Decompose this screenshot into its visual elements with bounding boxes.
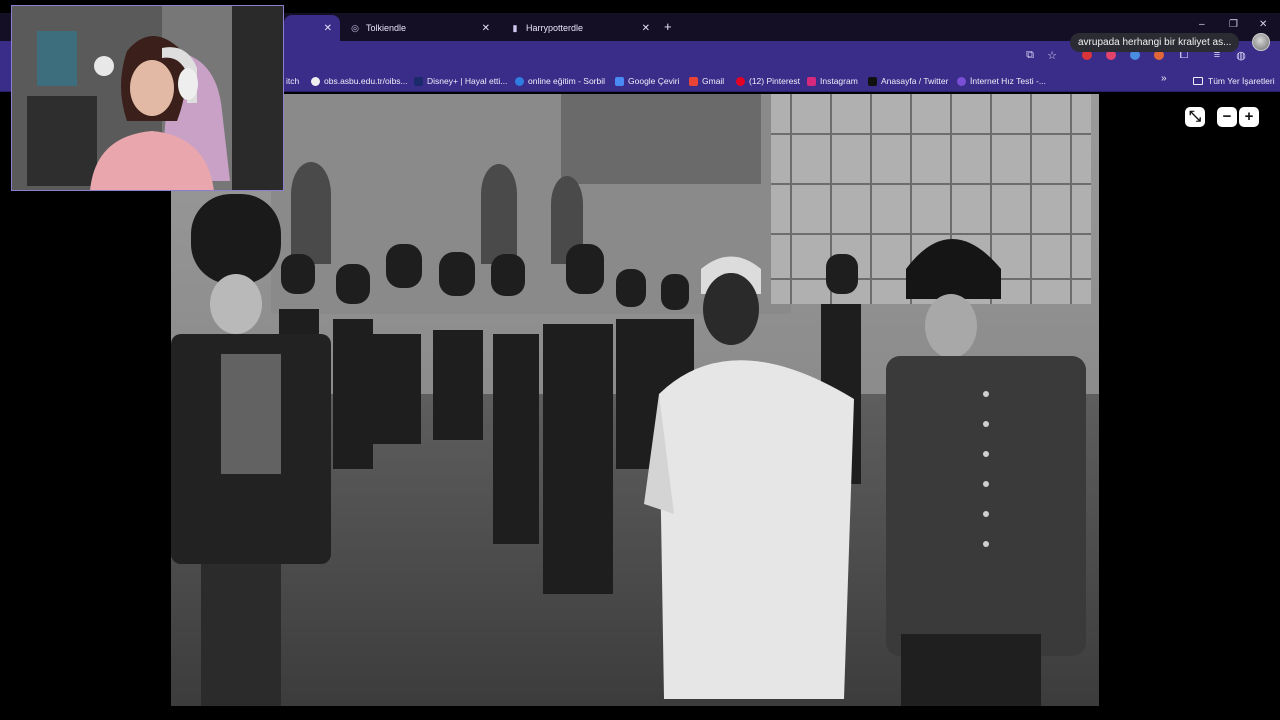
bookmark-label: online eğitim - Sorbil [528, 76, 606, 86]
bookmark-item[interactable]: Google Çeviri [615, 74, 680, 88]
bookmark-item[interactable]: online eğitim - Sorbil [515, 74, 605, 88]
bookmark-label: (12) Pinterest [749, 76, 801, 86]
zoom-in-button[interactable]: + [1239, 107, 1259, 127]
new-tab-button[interactable]: + [664, 19, 672, 34]
speedtest-icon [957, 76, 966, 86]
profile-icon[interactable]: ◍ [1235, 49, 1247, 62]
bookmark-label: obs.asbu.edu.tr/oibs... [324, 76, 408, 86]
bookmark-label: Gmail [702, 76, 725, 86]
more-bookmarks-button[interactable]: » [1161, 73, 1167, 84]
photo [171, 94, 1099, 706]
bookmark-item[interactable]: (12) Pinterest [736, 74, 800, 88]
bookmark-label: İnternet Hız Testi -... [970, 76, 1046, 86]
bookmark-label: Disney+ | Hayal etti... [427, 76, 508, 86]
bookmark-label: Anasayfa / Twitter [881, 76, 949, 86]
close-icon[interactable]: ✕ [324, 23, 332, 34]
all-bookmarks-label: Tüm Yer İşaretleri [1208, 76, 1275, 86]
close-icon[interactable]: ✕ [482, 23, 490, 34]
bookmark-star-icon[interactable]: ☆ [1046, 49, 1058, 62]
bookmark-item[interactable]: İnternet Hız Testi -... [957, 74, 1046, 88]
globe-icon: ◎ [351, 22, 359, 33]
bookmark-item[interactable]: obs.asbu.edu.tr/oibs... [311, 74, 408, 88]
tab-active[interactable]: ✕ [284, 15, 340, 41]
disney-icon [414, 76, 423, 86]
restore-window-button[interactable]: ❐ [1229, 19, 1238, 30]
webcam-overlay [11, 5, 284, 191]
tooltip: avrupada herhangi bir kraliyet as... [1070, 33, 1240, 52]
exit-fullscreen-button[interactable]: ⤡ [1185, 107, 1205, 127]
bookmark-label: itch [286, 76, 300, 86]
tab-harrypotterdle-label: Harrypotterdle [526, 23, 584, 33]
all-bookmarks-button[interactable]: Tüm Yer İşaretleri [1193, 74, 1275, 88]
gmail-icon [689, 76, 698, 86]
close-icon[interactable]: ✕ [642, 23, 650, 34]
webcam-feed [12, 6, 283, 190]
bookmark-item[interactable]: Anasayfa / Twitter [868, 74, 948, 88]
globe-icon [311, 76, 320, 86]
zoom-out-button[interactable]: − [1217, 107, 1237, 127]
globe-icon [515, 76, 524, 86]
instagram-icon [807, 76, 816, 86]
bookmark-item[interactable]: Disney+ | Hayal etti... [414, 74, 507, 88]
screen: ✕ ◎ Tolkiendle ✕ ▮ Harrypotterdle ✕ + – … [0, 0, 1280, 720]
tab-favicon-icon: ▮ [512, 22, 518, 33]
close-window-button[interactable]: ✕ [1259, 19, 1267, 30]
translate-icon[interactable]: ⧉ [1024, 49, 1036, 61]
bookmark-label: Instagram [820, 76, 858, 86]
photo-canvas [171, 94, 1099, 706]
tab-harrypotterdle[interactable]: ▮ Harrypotterdle ✕ [502, 15, 658, 41]
bookmark-item[interactable]: Gmail [689, 74, 724, 88]
folder-icon [1193, 77, 1203, 85]
minimize-window-button[interactable]: – [1199, 19, 1205, 30]
bookmark-label: Google Çeviri [628, 76, 680, 86]
pinterest-icon [736, 76, 745, 86]
x-icon [868, 76, 877, 86]
avatar[interactable] [1252, 33, 1270, 51]
tab-tolkiendle-label: Tolkiendle [366, 23, 407, 33]
bookmark-item[interactable]: Instagram [807, 74, 858, 88]
tab-tolkiendle[interactable]: ◎ Tolkiendle ✕ [342, 15, 498, 41]
translate-icon [615, 76, 624, 86]
bookmark-item[interactable]: itch [286, 74, 299, 88]
